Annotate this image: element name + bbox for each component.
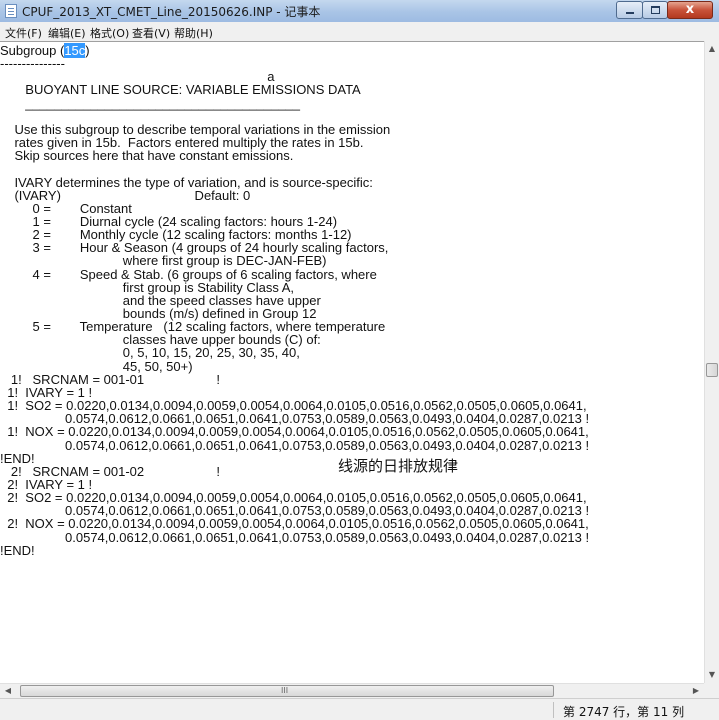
- minimize-icon: [626, 12, 634, 14]
- menu-bar: 文件(F) 编辑(E) 格式(O) 查看(V) 帮助(H): [0, 22, 719, 42]
- menu-help[interactable]: 帮助(H): [174, 25, 213, 41]
- line-suffix: ): [85, 43, 90, 58]
- notepad-icon: [5, 4, 17, 18]
- horizontal-scrollbar[interactable]: ◀ III ▶: [0, 683, 704, 698]
- title-bar[interactable]: CPUF_2013_XT_CMET_Line_20150626.INP - 记事…: [0, 0, 719, 22]
- text-line: !END!: [0, 542, 35, 558]
- menu-view[interactable]: 查看(V): [132, 25, 170, 41]
- vertical-scrollbar[interactable]: ▲ ▼: [704, 41, 719, 683]
- text-selection[interactable]: 15c: [64, 43, 86, 58]
- grip-icon: III: [281, 686, 289, 695]
- horizontal-scroll-thumb[interactable]: III: [20, 685, 554, 697]
- text-line: 0.0574,0.0612,0.0661,0.0651,0.0641,0.075…: [0, 437, 590, 453]
- maximize-button[interactable]: [642, 1, 668, 19]
- text-line: Skip sources here that have constant emi…: [0, 148, 294, 164]
- status-bar: 第 2747 行，第 11 列: [0, 698, 719, 720]
- status-divider: [553, 702, 554, 718]
- scrollbar-corner: [704, 683, 719, 698]
- vertical-scroll-thumb[interactable]: [706, 363, 718, 377]
- menu-file[interactable]: 文件(F): [5, 25, 42, 41]
- scroll-up-icon[interactable]: ▲: [705, 41, 719, 57]
- menu-format[interactable]: 格式(O): [90, 25, 129, 41]
- scroll-right-icon[interactable]: ▶: [688, 684, 704, 698]
- minimize-button[interactable]: [616, 1, 643, 19]
- annotation-text: 线源的日排放规律: [338, 457, 459, 475]
- scroll-left-icon[interactable]: ◀: [0, 684, 16, 698]
- text-line: ______________________________________: [0, 95, 301, 111]
- window-title: CPUF_2013_XT_CMET_Line_20150626.INP - 记事…: [22, 5, 321, 19]
- text-editor[interactable]: Subgroup (15c) --------------- a BUOYANT…: [0, 41, 704, 683]
- cursor-position: 第 2747 行，第 11 列: [563, 705, 685, 719]
- close-button[interactable]: x: [667, 1, 713, 19]
- text-line: 0.0574,0.0612,0.0661,0.0651,0.0641,0.075…: [0, 529, 590, 545]
- close-icon: x: [685, 2, 695, 17]
- maximize-icon: [651, 6, 660, 14]
- scroll-down-icon[interactable]: ▼: [705, 667, 719, 683]
- menu-edit[interactable]: 编辑(E): [48, 25, 86, 41]
